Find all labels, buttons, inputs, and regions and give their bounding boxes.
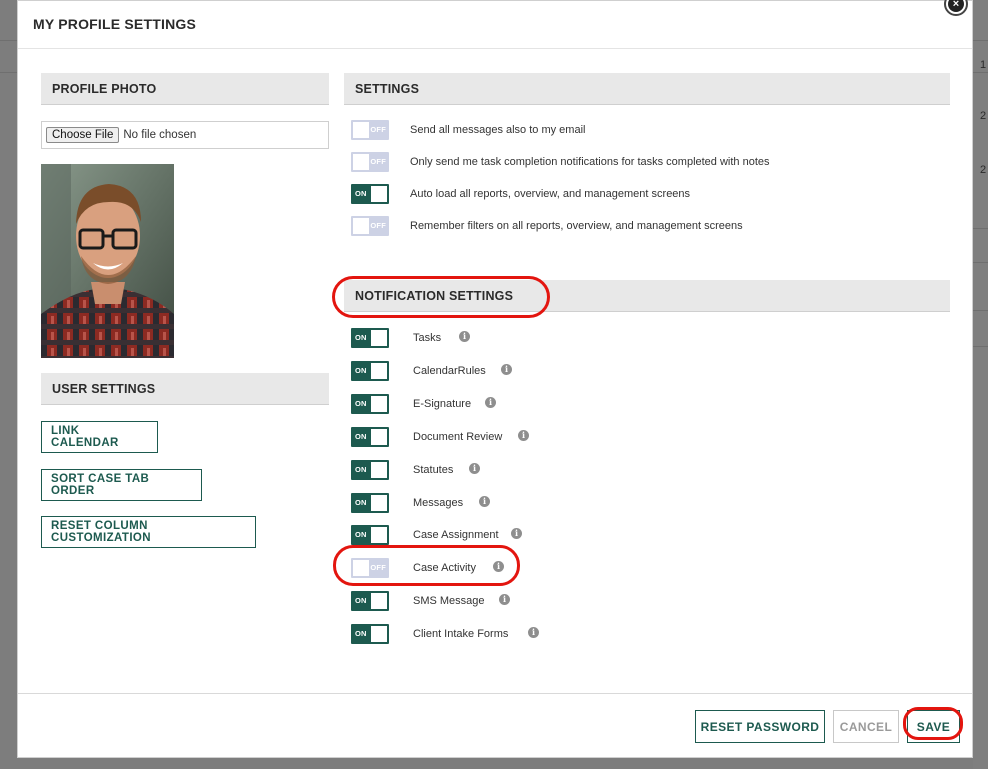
toggle-state-label: ON <box>355 431 367 441</box>
notification-document-review-toggle[interactable]: ON <box>351 426 389 447</box>
cancel-button[interactable]: CANCEL <box>833 710 899 743</box>
toggle-knob <box>371 626 387 643</box>
info-icon[interactable]: i <box>479 495 490 507</box>
setting-3-toggle[interactable]: OFF <box>351 216 389 236</box>
toggle-knob <box>371 362 387 379</box>
info-icon[interactable]: i <box>485 396 496 408</box>
notification-tasks-toggle[interactable]: ON <box>351 328 389 348</box>
user-settings-section-header: USER SETTINGS <box>41 373 329 405</box>
toggle-knob <box>371 428 387 445</box>
toggle-state-label: ON <box>355 464 367 474</box>
profile-photo <box>41 164 174 358</box>
profile-photo-image <box>41 164 174 358</box>
info-icon[interactable]: i <box>518 429 529 441</box>
toggle-state-label: OFF <box>370 563 386 573</box>
notification-client-intake-forms-toggle[interactable]: ON <box>351 624 389 645</box>
toggle-knob <box>353 218 369 234</box>
toggle-state-label: ON <box>355 333 367 342</box>
toggle-knob <box>371 494 387 511</box>
setting-label: Send all messages also to my email <box>410 124 586 136</box>
toggle-knob <box>371 527 387 544</box>
notification-messages-toggle[interactable]: ON <box>351 492 389 513</box>
notification-label: Case Assignment <box>413 529 499 542</box>
section-title: SETTINGS <box>355 82 420 96</box>
close-icon: × <box>948 0 964 12</box>
setting-1-toggle[interactable]: OFF <box>351 152 389 172</box>
toggle-state-label: OFF <box>370 125 386 134</box>
section-title: NOTIFICATION SETTINGS <box>355 289 514 303</box>
toggle-knob <box>353 560 369 577</box>
file-status: No file chosen <box>123 129 197 141</box>
notification-sms-message-toggle[interactable]: ON <box>351 591 389 612</box>
info-icon[interactable]: i <box>493 561 504 573</box>
toggle-knob <box>371 330 387 346</box>
toggle-state-label: ON <box>355 629 367 639</box>
background-divider <box>973 346 988 347</box>
setting-label: Only send me task completion notificatio… <box>410 156 770 168</box>
notification-label: SMS Message <box>413 595 485 608</box>
info-icon[interactable]: i <box>501 363 512 375</box>
modal-header: MY PROFILE SETTINGS <box>18 1 972 49</box>
info-icon[interactable]: i <box>469 462 480 474</box>
notification-label: Messages <box>413 496 464 509</box>
notification-case-activity-toggle[interactable]: OFF <box>351 558 389 579</box>
notification-label: Document Review <box>413 430 503 443</box>
section-title: USER SETTINGS <box>52 382 156 396</box>
toggle-knob <box>353 154 369 170</box>
link-calendar-button[interactable]: LINK CALENDAR <box>41 421 158 453</box>
notification-label: Case Activity <box>413 562 476 575</box>
toggle-knob <box>371 395 387 412</box>
setting-0-toggle[interactable]: OFF <box>351 120 389 140</box>
notification-e-signature-toggle[interactable]: ON <box>351 393 389 414</box>
info-icon[interactable]: i <box>511 528 522 540</box>
background-text: 2 <box>980 110 987 122</box>
profile-photo-section-header: PROFILE PHOTO <box>41 73 329 105</box>
photo-file-input[interactable]: Choose File No file chosen <box>41 121 329 149</box>
toggle-state-label: ON <box>355 530 367 540</box>
notification-label: CalendarRules <box>413 364 486 377</box>
info-icon[interactable]: i <box>499 594 510 606</box>
toggle-state-label: ON <box>355 596 367 606</box>
background-divider <box>973 262 988 263</box>
notification-statutes-toggle[interactable]: ON <box>351 459 389 480</box>
background-text: 1 <box>980 59 987 71</box>
notification-label: Tasks <box>413 332 442 344</box>
toggle-state-label: ON <box>355 398 367 408</box>
footer-divider <box>18 693 972 694</box>
profile-settings-modal: MY PROFILE SETTINGS PROFILE PHOTO Choose… <box>17 0 973 758</box>
toggle-knob <box>353 122 369 138</box>
toggle-knob <box>371 593 387 610</box>
notification-label: Client Intake Forms <box>413 628 509 641</box>
modal-title: MY PROFILE SETTINGS <box>33 16 197 32</box>
notification-settings-section-header: NOTIFICATION SETTINGS <box>344 280 950 312</box>
toggle-state-label: ON <box>355 497 367 507</box>
section-title: PROFILE PHOTO <box>52 82 157 96</box>
choose-file-button[interactable]: Choose File <box>46 127 120 143</box>
info-icon[interactable]: i <box>528 627 539 639</box>
notification-label: E-Signature <box>413 397 472 410</box>
notification-calendarrules-toggle[interactable]: ON <box>351 360 389 381</box>
toggle-state-label: ON <box>355 365 367 375</box>
toggle-knob <box>371 461 387 478</box>
toggle-state-label: ON <box>355 189 367 198</box>
info-icon[interactable]: i <box>459 331 470 342</box>
setting-2-toggle[interactable]: ON <box>351 184 389 204</box>
background-text: 2 <box>980 164 987 176</box>
toggle-state-label: OFF <box>370 157 386 166</box>
save-button[interactable]: SAVE <box>907 710 960 743</box>
reset-password-button[interactable]: RESET PASSWORD <box>695 710 825 743</box>
background-divider <box>973 310 988 311</box>
setting-label: Remember filters on all reports, overvie… <box>410 220 743 232</box>
notification-case-assignment-toggle[interactable]: ON <box>351 525 389 546</box>
notification-label: Statutes <box>413 463 454 476</box>
setting-label: Auto load all reports, overview, and man… <box>410 188 691 200</box>
toggle-knob <box>371 186 387 202</box>
settings-section-header: SETTINGS <box>344 73 950 105</box>
sort-case-tab-order-button[interactable]: SORT CASE TAB ORDER <box>41 469 202 501</box>
toggle-state-label: OFF <box>370 221 386 230</box>
background-divider <box>973 228 988 229</box>
reset-column-customization-button[interactable]: RESET COLUMN CUSTOMIZATION <box>41 516 256 548</box>
